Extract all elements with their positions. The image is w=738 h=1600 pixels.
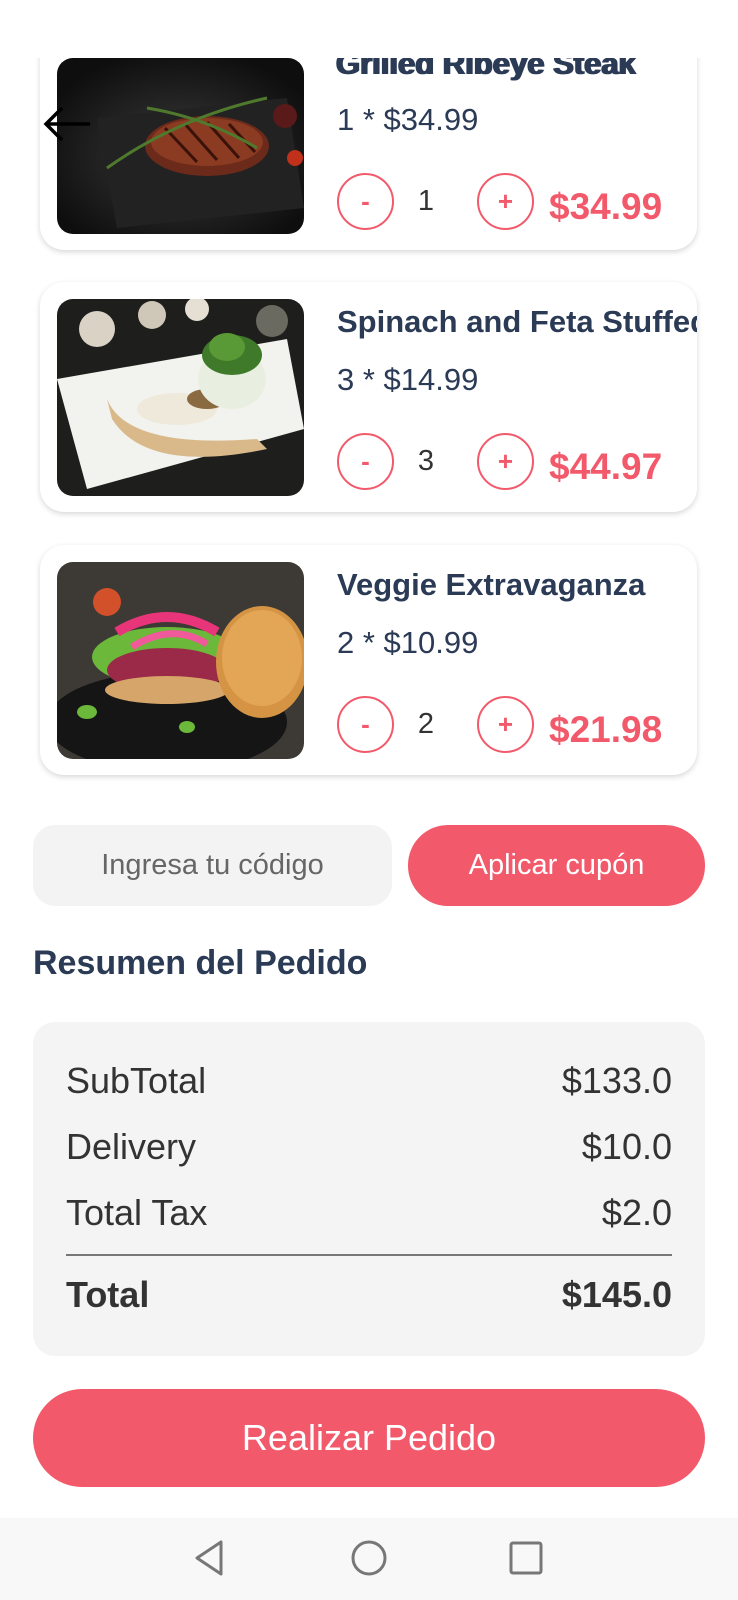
delivery-value: $10.0 [581,1126,672,1167]
item-unit-price: 2 * $10.99 [337,625,479,660]
item-name: Spinach and Feta Stuffed [337,304,697,339]
tax-row: Total Tax $2.0 [66,1192,672,1234]
total-label: Total [66,1274,150,1315]
item-unit-price: 3 * $14.99 [337,362,479,397]
subtotal-label: SubTotal [66,1060,207,1101]
tax-value: $2.0 [601,1192,672,1233]
total-row: Total $145.0 [66,1274,672,1316]
veggie-burger-photo [57,562,304,759]
decrease-quantity-button[interactable]: - [337,433,394,490]
quantity-value: 1 [417,185,435,217]
increase-quantity-button[interactable]: + [477,433,534,490]
item-line-total: $21.98 [549,709,663,750]
apply-coupon-button[interactable]: Aplicar cupón [408,825,705,906]
order-summary-title: Resumen del Pedido [33,944,368,982]
top-bar-background [0,0,738,58]
quantity-value: 3 [417,445,435,477]
increase-quantity-button[interactable]: + [477,696,534,753]
delivery-label: Delivery [66,1126,197,1167]
delivery-row: Delivery $10.0 [66,1126,672,1168]
item-line-total: $44.97 [549,446,663,487]
item-name: Veggie Extravaganza [337,567,646,602]
total-value: $145.0 [561,1274,672,1315]
square-recent-icon[interactable] [506,1538,546,1578]
coupon-code-input[interactable] [33,825,392,906]
system-navigation-bar [0,1518,738,1600]
quantity-value: 2 [417,708,435,740]
tax-label: Total Tax [66,1192,208,1233]
item-unit-price: 1 * $34.99 [337,102,479,137]
stuffed-chicken-photo [57,299,304,496]
steak-photo [57,58,304,234]
back-arrow-icon[interactable] [40,104,96,144]
increase-quantity-button[interactable]: + [477,173,534,230]
circle-home-icon[interactable] [349,1538,389,1578]
subtotal-value: $133.0 [561,1060,672,1101]
triangle-back-icon[interactable] [191,1538,231,1578]
summary-divider [66,1254,672,1256]
subtotal-row: SubTotal $133.0 [66,1060,672,1102]
decrease-quantity-button[interactable]: - [337,173,394,230]
place-order-button[interactable]: Realizar Pedido [33,1389,705,1487]
decrease-quantity-button[interactable]: - [337,696,394,753]
cart-item-card: Veggie Extravaganza 2 * $10.99 - 2 + $21… [40,545,697,775]
item-line-total: $34.99 [549,186,663,227]
order-summary-panel: SubTotal $133.0 Delivery $10.0 Total Tax… [33,1022,705,1356]
cart-item-card: Spinach and Feta Stuffed 3 * $14.99 - 3 … [40,282,697,512]
